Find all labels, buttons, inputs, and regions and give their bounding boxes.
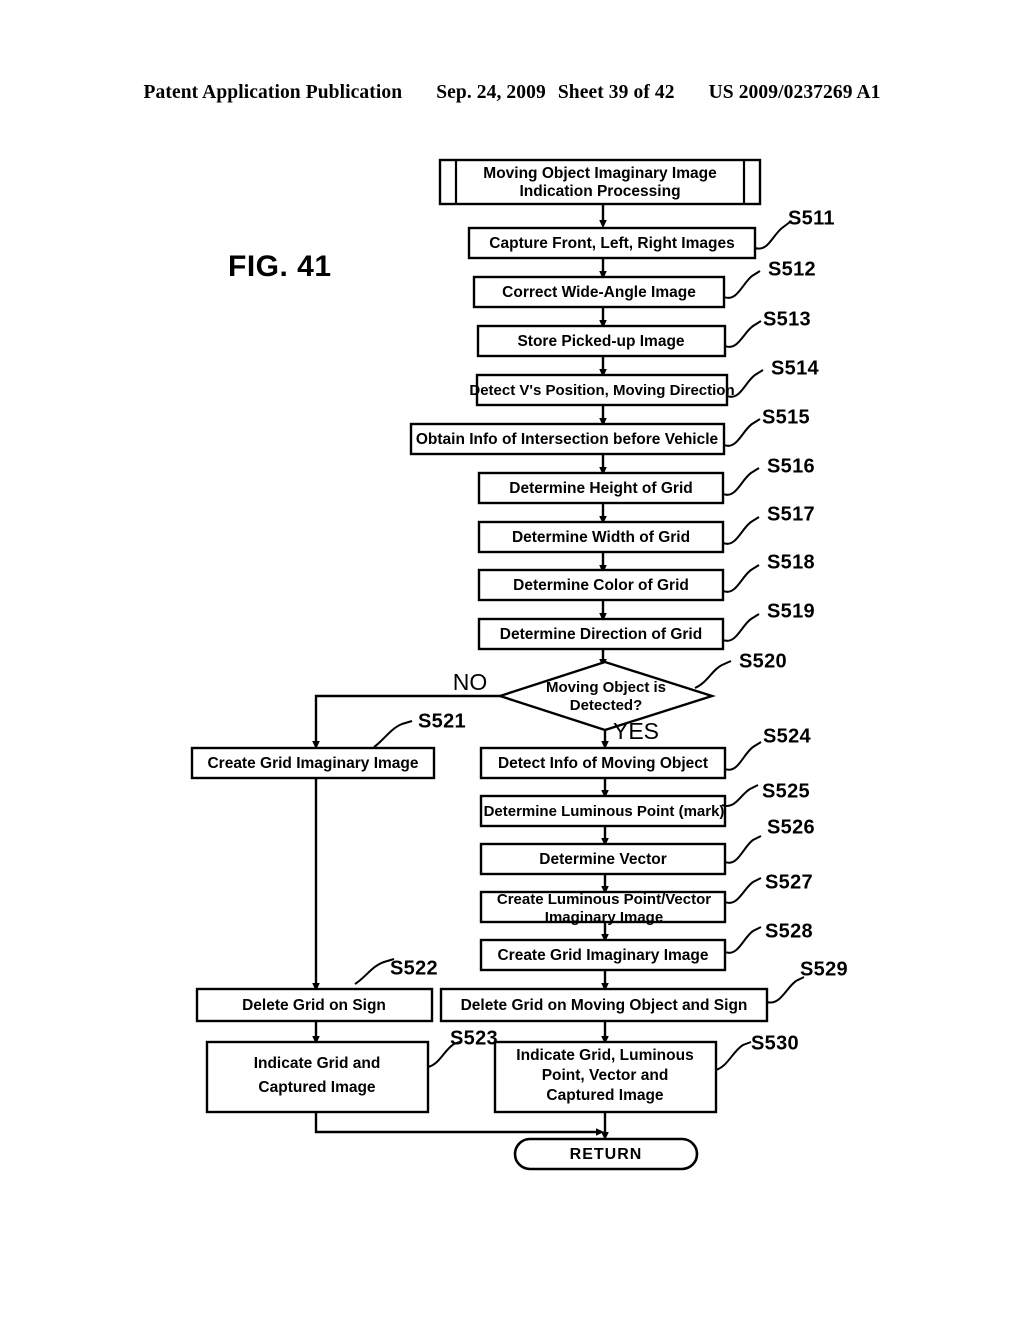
step-label-s526: S526 bbox=[767, 816, 815, 838]
step-label-s524: S524 bbox=[763, 725, 811, 747]
node-s522-label: Delete Grid on Sign bbox=[242, 997, 386, 1014]
leader-s521 bbox=[373, 720, 413, 748]
node-s524-label: Detect Info of Moving Object bbox=[498, 755, 708, 772]
leader-s529 bbox=[766, 976, 805, 1004]
node-s523-line1: Indicate Grid and bbox=[254, 1055, 381, 1072]
node-s530-line2: Point, Vector and bbox=[542, 1067, 669, 1084]
node-s518: Determine Color of Grid bbox=[477, 568, 725, 602]
step-label-s515: S515 bbox=[762, 406, 810, 428]
node-s526: Determine Vector bbox=[479, 842, 727, 876]
leader-s512 bbox=[723, 270, 761, 299]
node-s529: Delete Grid on Moving Object and Sign bbox=[439, 987, 769, 1023]
step-label-s530: S530 bbox=[751, 1032, 799, 1054]
node-s530-line1: Indicate Grid, Luminous bbox=[516, 1047, 693, 1064]
node-s513: Store Picked-up Image bbox=[476, 324, 727, 358]
leader-s525 bbox=[721, 784, 759, 807]
step-label-s522: S522 bbox=[390, 957, 438, 979]
node-s520-decision: Moving Object is Detected? bbox=[496, 660, 716, 732]
node-title-box: Moving Object Imaginary Image Indication… bbox=[438, 158, 762, 206]
leader-s524 bbox=[724, 741, 762, 771]
node-s524: Detect Info of Moving Object bbox=[479, 746, 727, 780]
leader-s530 bbox=[715, 1041, 752, 1071]
node-s511-label: Capture Front, Left, Right Images bbox=[489, 235, 734, 252]
step-label-s521: S521 bbox=[418, 710, 466, 732]
node-s529-label: Delete Grid on Moving Object and Sign bbox=[461, 997, 748, 1014]
node-s527: Create Luminous Point/Vector Imaginary I… bbox=[479, 890, 727, 926]
node-s528-label: Create Grid Imaginary Image bbox=[497, 947, 708, 964]
node-s530: Indicate Grid, Luminous Point, Vector an… bbox=[493, 1040, 718, 1114]
node-s512: Correct Wide-Angle Image bbox=[472, 275, 726, 309]
title-box-line2: Indication Processing bbox=[519, 183, 680, 200]
node-s522: Delete Grid on Sign bbox=[195, 987, 434, 1023]
node-s525-label: Determine Luminous Point (mark) bbox=[484, 803, 725, 820]
node-s519: Determine Direction of Grid bbox=[477, 617, 725, 651]
leader-s515 bbox=[723, 418, 761, 447]
step-label-s512: S512 bbox=[768, 258, 816, 280]
step-label-s514: S514 bbox=[771, 357, 819, 379]
node-s517-label: Determine Width of Grid bbox=[512, 529, 690, 546]
node-s520-line1: Moving Object is bbox=[546, 679, 666, 696]
leader-s517 bbox=[722, 516, 760, 545]
node-s514-label: Detect V's Position, Moving Direction bbox=[469, 382, 734, 399]
step-label-s529: S529 bbox=[800, 958, 848, 980]
node-s516: Determine Height of Grid bbox=[477, 471, 725, 505]
step-label-s528: S528 bbox=[765, 920, 813, 942]
node-s528: Create Grid Imaginary Image bbox=[479, 938, 727, 972]
step-label-s523: S523 bbox=[450, 1027, 498, 1049]
step-label-s525: S525 bbox=[762, 780, 810, 802]
step-label-s513: S513 bbox=[763, 308, 811, 330]
node-s521-label: Create Grid Imaginary Image bbox=[207, 755, 418, 772]
node-s520-line2: Detected? bbox=[570, 697, 643, 714]
return-label: RETURN bbox=[570, 1146, 643, 1163]
node-s516-label: Determine Height of Grid bbox=[509, 480, 692, 497]
node-return-terminator: RETURN bbox=[513, 1137, 699, 1171]
leader-s527 bbox=[724, 877, 762, 904]
leader-s519 bbox=[722, 613, 760, 642]
node-s515-label: Obtain Info of Intersection before Vehic… bbox=[416, 431, 719, 448]
node-s517: Determine Width of Grid bbox=[477, 520, 725, 554]
node-s525: Determine Luminous Point (mark) bbox=[479, 794, 727, 828]
leader-s522 bbox=[354, 958, 395, 985]
node-s530-line3: Captured Image bbox=[546, 1087, 664, 1104]
title-box-line1: Moving Object Imaginary Image bbox=[483, 165, 717, 182]
leader-s516 bbox=[722, 467, 760, 496]
node-s521: Create Grid Imaginary Image bbox=[190, 746, 436, 780]
step-label-s518: S518 bbox=[767, 551, 815, 573]
node-s512-label: Correct Wide-Angle Image bbox=[502, 284, 696, 301]
branch-label-yes: YES bbox=[613, 718, 659, 744]
node-s515: Obtain Info of Intersection before Vehic… bbox=[409, 422, 726, 456]
leader-s513 bbox=[724, 320, 762, 348]
connector-left-merge bbox=[314, 1112, 605, 1136]
node-s514: Detect V's Position, Moving Direction bbox=[469, 373, 735, 407]
node-s518-label: Determine Color of Grid bbox=[513, 577, 689, 594]
connector-no-branch bbox=[312, 694, 500, 750]
leader-s526 bbox=[724, 835, 762, 864]
step-label-s527: S527 bbox=[765, 871, 813, 893]
step-label-s517: S517 bbox=[767, 503, 815, 525]
leader-s528 bbox=[724, 926, 762, 954]
node-s523-line2: Captured Image bbox=[258, 1079, 376, 1096]
leader-s520 bbox=[694, 660, 732, 689]
node-s523: Indicate Grid and Captured Image bbox=[205, 1040, 430, 1114]
leader-s511 bbox=[754, 221, 791, 250]
step-label-s511: S511 bbox=[788, 207, 835, 229]
step-label-s516: S516 bbox=[767, 455, 815, 477]
branch-label-no: NO bbox=[453, 669, 488, 695]
step-label-s520: S520 bbox=[739, 650, 787, 672]
node-s511: Capture Front, Left, Right Images bbox=[467, 226, 757, 260]
node-s519-label: Determine Direction of Grid bbox=[500, 626, 702, 643]
step-label-s519: S519 bbox=[767, 600, 815, 622]
node-s526-label: Determine Vector bbox=[539, 851, 667, 868]
patent-page: Patent Application Publication Sep. 24, … bbox=[0, 0, 1024, 1320]
leader-s518 bbox=[722, 564, 760, 593]
node-s527-line1: Create Luminous Point/Vector bbox=[497, 891, 711, 908]
flowchart-diagram: Moving Object Imaginary Image Indication… bbox=[190, 158, 848, 1171]
node-s513-label: Store Picked-up Image bbox=[517, 333, 684, 350]
